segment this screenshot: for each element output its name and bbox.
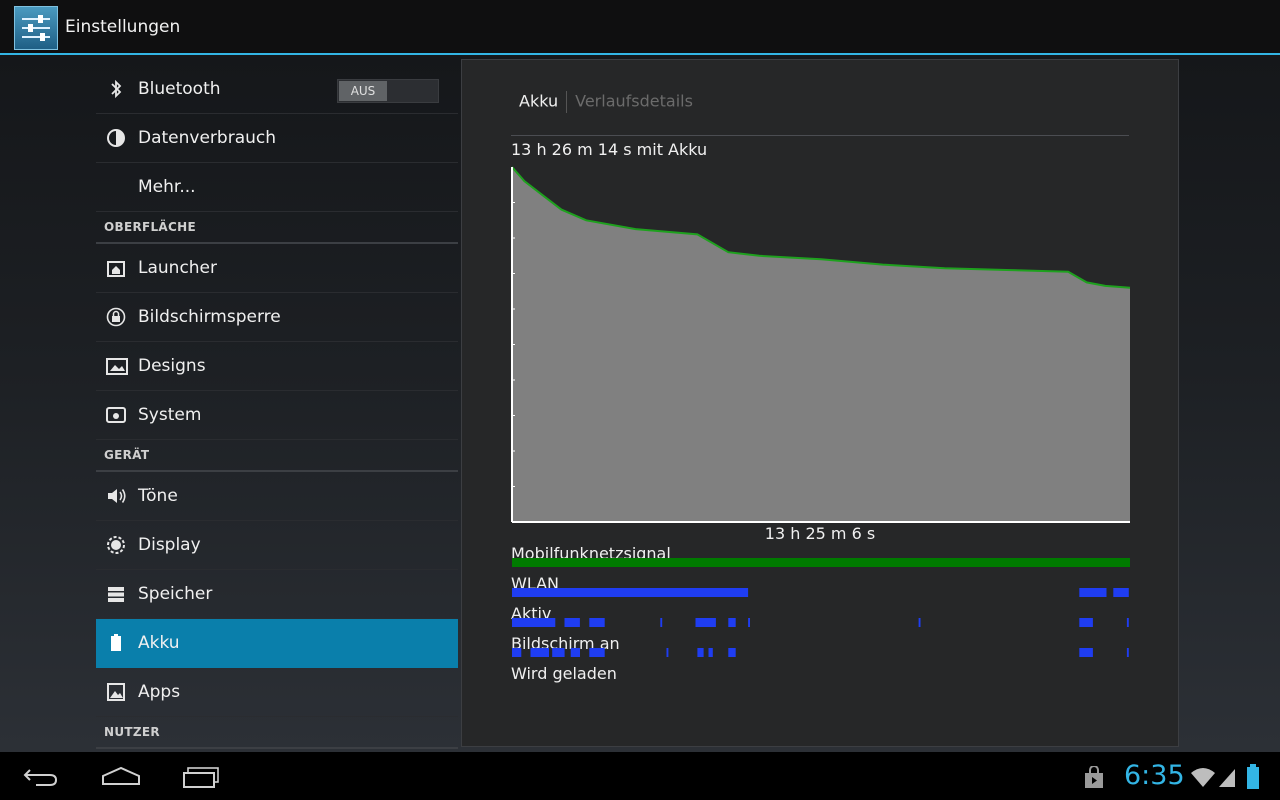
clock[interactable]: 6:35 bbox=[1124, 760, 1185, 791]
bluetooth-icon bbox=[106, 79, 126, 99]
section-header-label: NUTZER bbox=[104, 725, 160, 739]
active-segment bbox=[1126, 618, 1129, 627]
chart-duration-label: 13 h 25 m 6 s bbox=[764, 524, 876, 543]
signal-segment bbox=[512, 558, 1130, 567]
screen-segment bbox=[512, 648, 522, 657]
signal-icon bbox=[1219, 769, 1235, 787]
settings-sliders-icon[interactable] bbox=[14, 6, 58, 50]
sidebar-item-data-usage[interactable]: Datenverbrauch bbox=[96, 114, 458, 163]
wlan-segment bbox=[1113, 588, 1129, 597]
active-segment bbox=[748, 618, 750, 627]
active-segment bbox=[512, 618, 556, 627]
sidebar-item-label: Launcher bbox=[138, 258, 218, 278]
action-bar: Einstellungen bbox=[0, 0, 1280, 55]
wlan-segment bbox=[1079, 588, 1107, 597]
battery-icon bbox=[1247, 764, 1259, 789]
screen-segment bbox=[1079, 648, 1093, 657]
lock-icon bbox=[106, 307, 126, 327]
brightness-icon bbox=[106, 535, 126, 555]
sidebar-item-label: Designs bbox=[138, 356, 206, 376]
section-header-device: GERÄT bbox=[96, 440, 458, 472]
battery-detail-panel: Akku Verlaufsdetails 13 h 26 m 14 s mit A… bbox=[461, 59, 1179, 747]
screen-segment bbox=[728, 648, 736, 657]
launcher-icon bbox=[106, 258, 126, 278]
screen-segment bbox=[697, 648, 704, 657]
recents-icon[interactable] bbox=[182, 766, 220, 788]
active-segment bbox=[660, 618, 663, 627]
divider bbox=[511, 135, 1129, 136]
active-segment bbox=[918, 618, 921, 627]
sidebar-item-label: Akku bbox=[138, 633, 180, 653]
battery-time-summary: 13 h 26 m 14 s mit Akku bbox=[511, 140, 708, 159]
navigation-bar: 6:35 bbox=[0, 752, 1280, 800]
system-icon bbox=[106, 405, 126, 425]
sidebar-item-launcher[interactable]: Launcher bbox=[96, 244, 458, 293]
storage-icon bbox=[106, 584, 126, 604]
content-area: Bluetooth AUS Datenverbrauch Mehr... OBE… bbox=[0, 55, 1280, 752]
sidebar-item-label: Bluetooth bbox=[138, 79, 221, 99]
sidebar-item-lockscreen[interactable]: Bildschirmsperre bbox=[96, 293, 458, 342]
screen-segment bbox=[708, 648, 713, 657]
section-header-ui: OBERFLÄCHE bbox=[96, 212, 458, 244]
screen-segment bbox=[570, 648, 580, 657]
sidebar-item-battery[interactable]: Akku bbox=[96, 619, 458, 668]
designs-icon bbox=[106, 356, 128, 376]
sidebar-item-label: Display bbox=[138, 535, 201, 555]
toggle-state: AUS bbox=[339, 81, 387, 101]
sidebar-item-label: Speicher bbox=[138, 584, 213, 604]
bluetooth-toggle[interactable]: AUS bbox=[337, 79, 439, 103]
home-icon[interactable] bbox=[101, 766, 141, 786]
screen-segment bbox=[552, 648, 565, 657]
section-header-label: GERÄT bbox=[104, 448, 150, 462]
shop-icon[interactable] bbox=[1082, 766, 1106, 790]
section-header-user: NUTZER bbox=[96, 717, 458, 749]
wifi-icon bbox=[1191, 768, 1215, 787]
wlan-segment bbox=[512, 588, 749, 597]
breadcrumb-separator bbox=[566, 91, 568, 113]
sidebar-item-designs[interactable]: Designs bbox=[96, 342, 458, 391]
speaker-icon bbox=[106, 486, 126, 506]
battery-icon bbox=[106, 633, 126, 653]
sidebar-item-label: Mehr... bbox=[138, 177, 196, 197]
sidebar-item-label: Töne bbox=[138, 486, 178, 506]
active-segment bbox=[589, 618, 605, 627]
activity-tracks bbox=[512, 558, 1130, 657]
screen-segment bbox=[1126, 648, 1129, 657]
screen-segment bbox=[666, 648, 669, 657]
sidebar-item-apps[interactable]: Apps bbox=[96, 668, 458, 717]
sidebar-item-label: Datenverbrauch bbox=[138, 128, 277, 148]
breadcrumb-history-details: Verlaufsdetails bbox=[575, 91, 693, 111]
active-segment bbox=[695, 618, 716, 627]
active-segment bbox=[1079, 618, 1093, 627]
battery-level-area bbox=[512, 167, 1130, 522]
app-title: Einstellungen bbox=[65, 17, 181, 37]
section-header-label: OBERFLÄCHE bbox=[104, 220, 196, 234]
data-usage-icon bbox=[106, 128, 126, 148]
sidebar-item-label: Apps bbox=[138, 682, 181, 702]
active-segment bbox=[728, 618, 736, 627]
sidebar-item-label: Bildschirmsperre bbox=[138, 307, 281, 327]
sidebar-item-system[interactable]: System bbox=[96, 391, 458, 440]
sidebar-item-label: System bbox=[138, 405, 202, 425]
breadcrumb: Akku Verlaufsdetails bbox=[519, 91, 693, 115]
sidebar-item-display[interactable]: Display bbox=[96, 521, 458, 570]
breadcrumb-current[interactable]: Akku bbox=[519, 92, 558, 111]
sidebar-item-storage[interactable]: Speicher bbox=[96, 570, 458, 619]
back-icon[interactable] bbox=[22, 766, 60, 788]
sidebar-item-more[interactable]: Mehr... bbox=[96, 163, 458, 212]
screen-segment bbox=[589, 648, 605, 657]
screen-segment bbox=[530, 648, 549, 657]
apps-icon bbox=[106, 682, 126, 702]
settings-list[interactable]: Bluetooth AUS Datenverbrauch Mehr... OBE… bbox=[96, 65, 458, 749]
sidebar-item-bluetooth[interactable]: Bluetooth AUS bbox=[96, 65, 458, 114]
battery-history-chart bbox=[511, 166, 1131, 523]
sidebar-item-sound[interactable]: Töne bbox=[96, 472, 458, 521]
active-segment bbox=[564, 618, 580, 627]
